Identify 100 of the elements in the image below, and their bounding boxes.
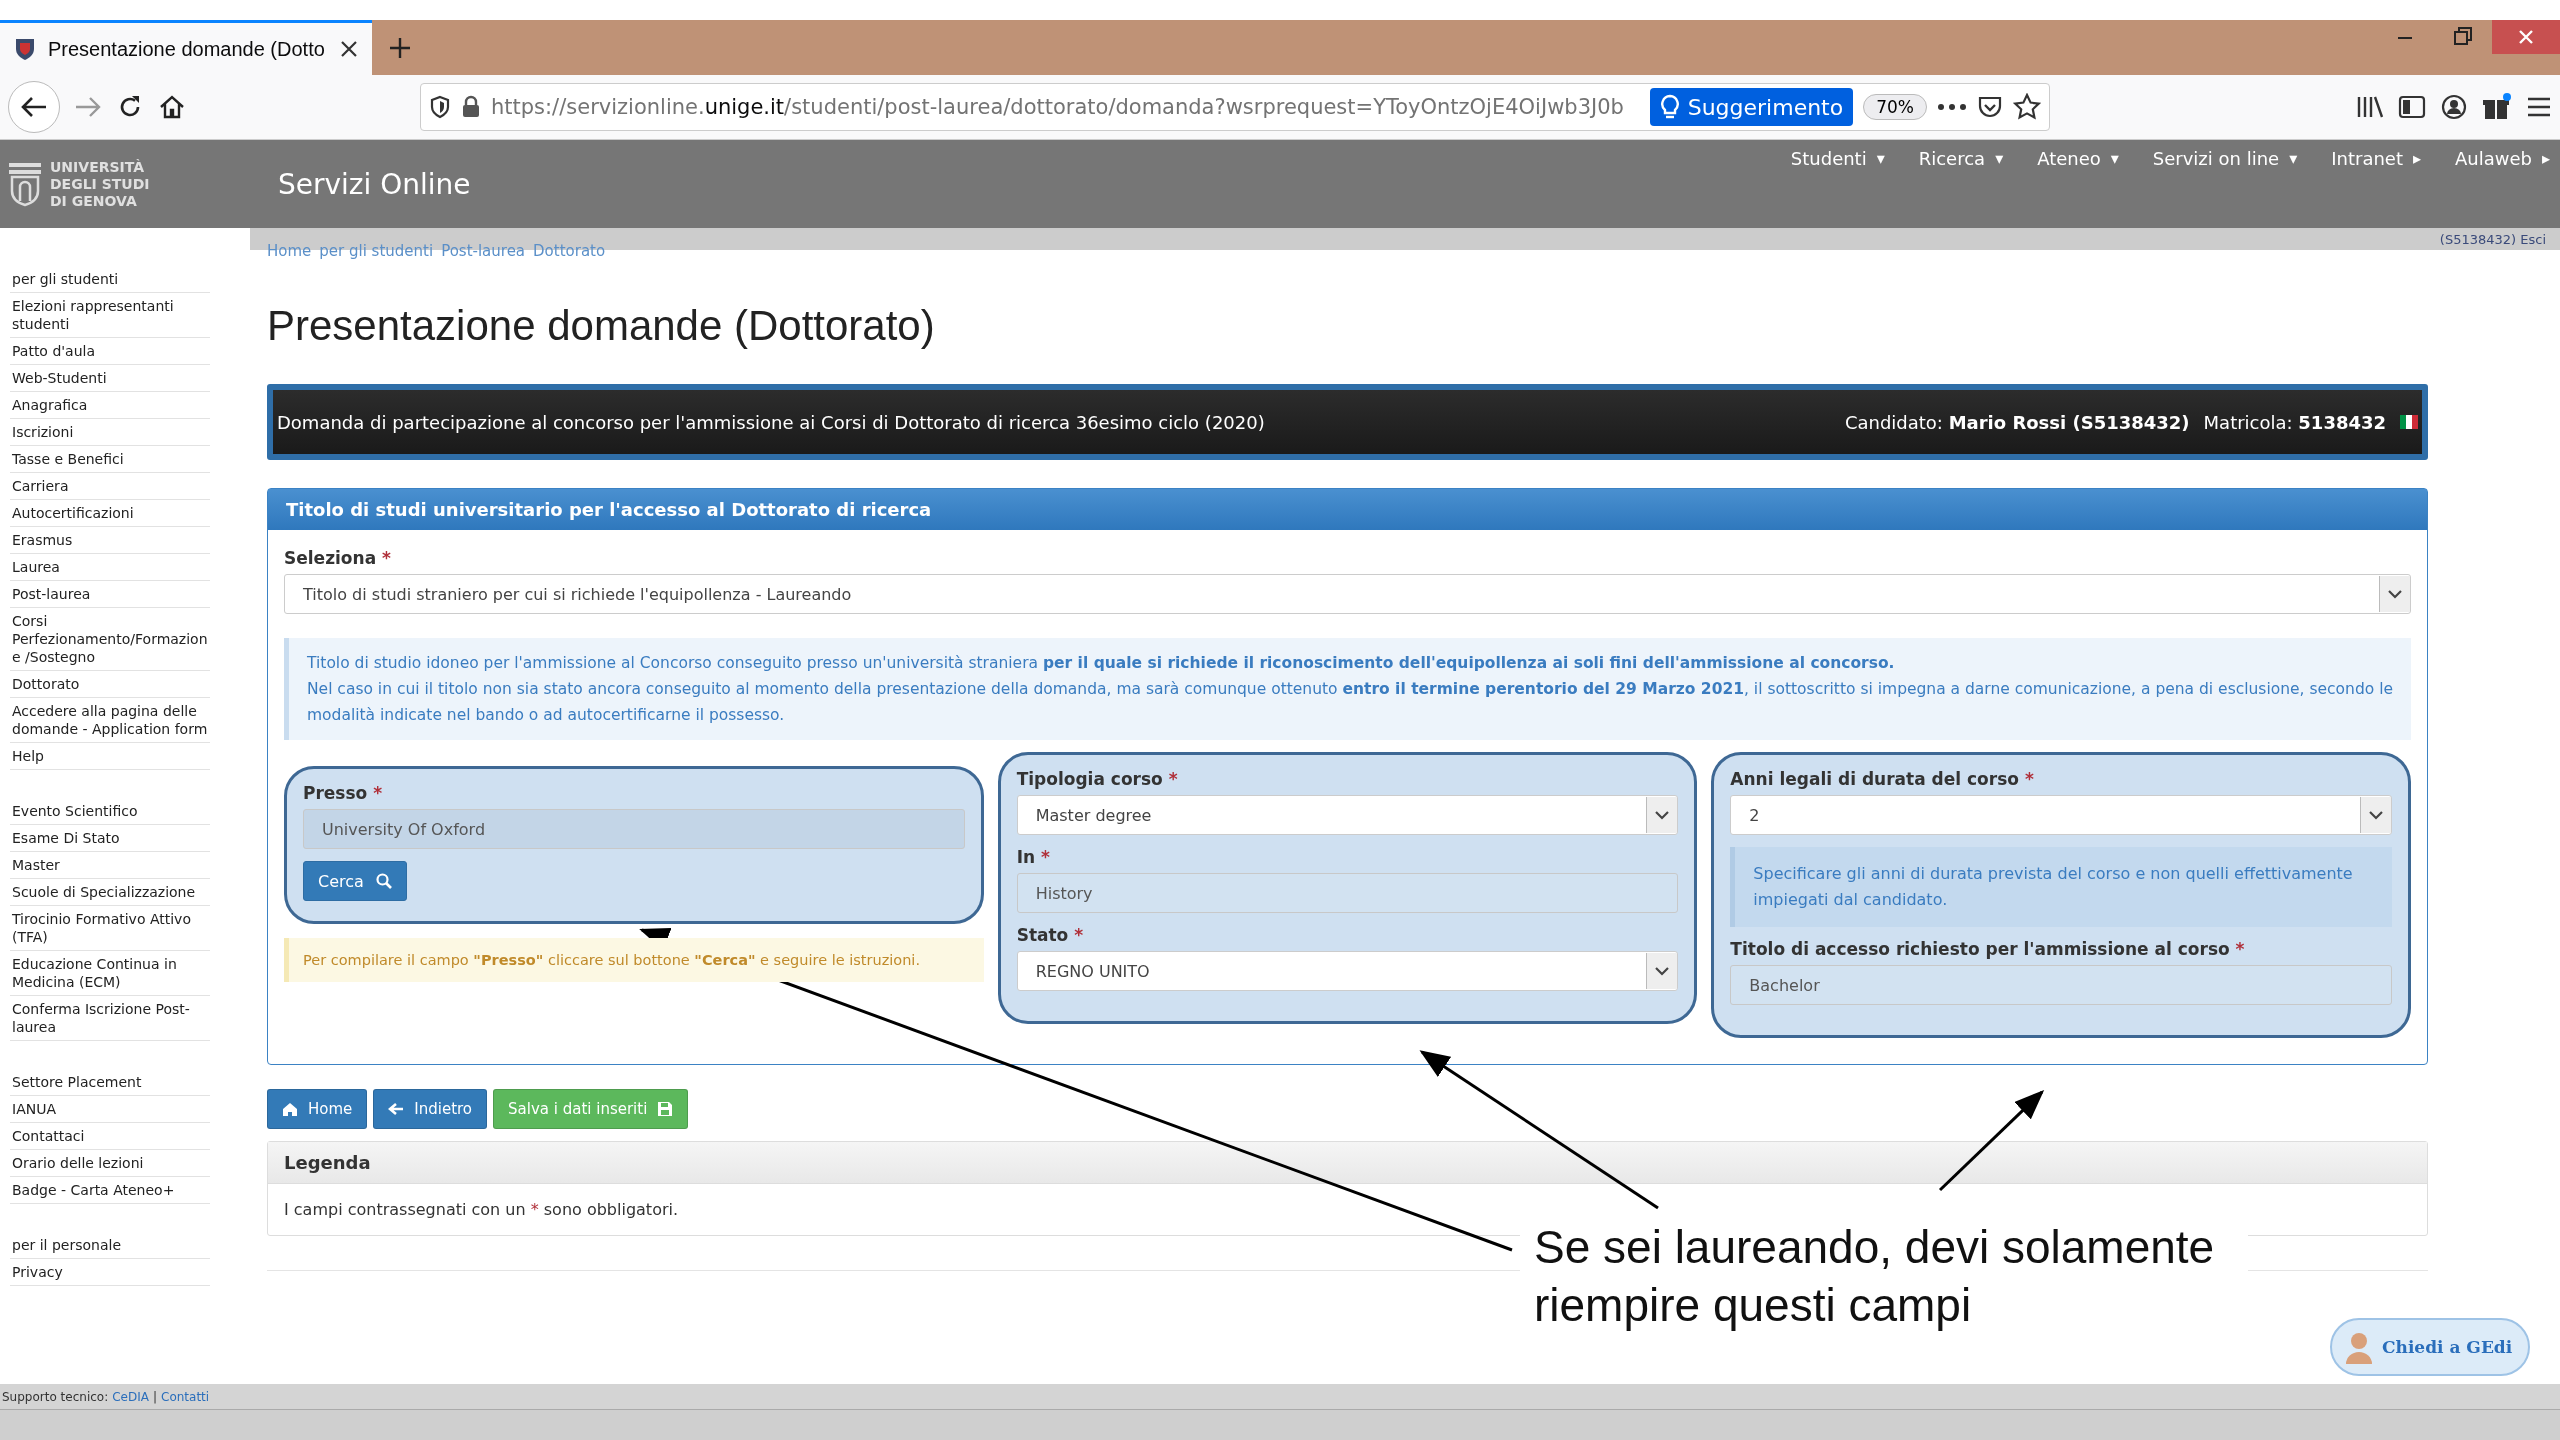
close-icon[interactable] [340, 40, 358, 58]
footer-label: Supporto tecnico: [2, 1389, 109, 1404]
sidebar-link[interactable]: Educazione Continua in Medicina (ECM) [10, 951, 210, 996]
info-message: Titolo di studio idoneo per l'ammissione al Concorso conseguito presso un'università straniera per il quale si richiede il riconoscimento dell'equipollenza ai soli fini dell'ammissione al concorso. Nel caso in cui il titolo non sia stato ancora conseguito al momento della presentazione della domanda, ma sarà comunque ottenuto entro il termine perentorio del 29 Marzo 2021, il sottoscritto si impegna a darne comunicazione, a pena di esclusione, secondo le modalità indicate nel bando o ad autocertificarne il possesso. [284, 638, 2411, 740]
nav-menu-item[interactable]: Ateneo ▾ [2037, 148, 2119, 169]
zoom-level[interactable]: 70% [1863, 94, 1927, 120]
search-icon [375, 873, 392, 889]
sidebar-link[interactable]: Settore Placement [10, 1069, 210, 1096]
site-title: Servizi Online [277, 167, 471, 201]
text-field[interactable]: Bachelor [1730, 965, 2392, 1005]
field-label: Stato * [1016, 925, 1085, 945]
sidebar-link[interactable]: Erasmus [10, 527, 210, 554]
dropdown[interactable]: REGNO UNITO [1016, 951, 1679, 991]
sidebar-link[interactable]: Patto d'aula [10, 338, 210, 365]
legend-text: I campi contrassegnati con un * sono obbligatori. [283, 1199, 680, 1221]
sidebar-link[interactable]: Badge - Carta Ateneo+ [10, 1177, 210, 1204]
panel-title: Titolo di studi universitario per l'accesso al Dottorato di ricerca [268, 489, 2427, 530]
nav-menu-item[interactable]: Servizi on line ▾ [2152, 148, 2298, 169]
sidebar-link[interactable]: Master [10, 852, 210, 879]
forward-arrow-icon[interactable] [74, 95, 102, 119]
dropdown[interactable]: Titolo di studi straniero per cui si richiede l'equipollenza - Laureando [284, 574, 2411, 614]
nav-menu-item[interactable]: Studenti ▾ [1790, 148, 1885, 169]
sidebar-link[interactable]: Autocertificazioni [10, 500, 210, 527]
back-arrow-icon [20, 95, 48, 119]
restore-icon[interactable] [2452, 26, 2474, 48]
pocket-icon[interactable] [1977, 95, 2003, 119]
university-logo-text: UNIVERSITÀ DEGLI STUDI DI GENOVA [50, 158, 150, 210]
sidebar-link[interactable]: Corsi Perfezionamento/Formazione /Sostegno [10, 608, 210, 671]
library-icon[interactable] [2356, 94, 2384, 120]
help-note: Specificare gli anni di durata prevista del corso e non quelli effettivamente impiegati dal candidato. [1730, 847, 2392, 927]
sidebar-link[interactable]: Help [10, 743, 210, 770]
more-icon[interactable] [1937, 102, 1967, 112]
back-button[interactable]: Indietro [373, 1089, 488, 1129]
text-field[interactable]: History [1016, 873, 1679, 913]
lock-icon [461, 95, 481, 119]
search-button[interactable]: Cerca [303, 861, 407, 901]
sidebar-link[interactable]: Laurea [10, 554, 210, 581]
sidebar-link[interactable]: per il personale [10, 1232, 210, 1259]
star-icon[interactable] [2013, 93, 2041, 121]
sidebar-link[interactable]: Iscrizioni [10, 419, 210, 446]
suggestion-button[interactable]: Suggerimento [1649, 88, 1854, 126]
plus-icon[interactable] [388, 35, 412, 60]
home-button[interactable]: Home [267, 1089, 368, 1129]
sidebar-link[interactable]: Post-laurea [10, 581, 210, 608]
sidebar-link[interactable]: Esame Di Stato [10, 825, 210, 852]
field-label: In * [1016, 847, 1051, 867]
nav-menu-item[interactable]: Ricerca ▾ [1918, 148, 2004, 169]
sidebar-link[interactable]: Tasse e Benefici [10, 446, 210, 473]
footer-link[interactable]: Contatti [161, 1389, 210, 1404]
chevron-down-icon [1655, 810, 1670, 820]
field-label: Seleziona * [284, 548, 392, 568]
sidebar-link[interactable]: per gli studenti [10, 266, 210, 293]
matricola-info: Matricola: 5138432 [2203, 411, 2386, 433]
sidebar-link[interactable]: Evento Scientifico [10, 798, 210, 825]
chat-button[interactable]: Chiedi a GEdi [2330, 1318, 2531, 1376]
nav-menu-item[interactable]: Aulaweb ▸ [2455, 148, 2550, 169]
browser-tab[interactable]: Presentazione domande (Dotto [0, 20, 372, 75]
shield-icon [429, 95, 451, 119]
banner-title: Domanda di partecipazione al concorso per l'ammissione ai Corsi di Dottorato di ricerca 36esimo ciclo (2020) [277, 411, 1266, 433]
sidebar-link[interactable]: Accedere alla pagina delle domande - Application form [10, 698, 210, 743]
avatar-icon [2344, 1330, 2374, 1364]
sidebar-link[interactable]: Elezioni rappresentanti studenti [10, 293, 210, 338]
dropdown[interactable]: Master degree [1016, 795, 1679, 835]
account-icon[interactable] [2440, 93, 2468, 121]
sidebar-link[interactable]: Dottorato [10, 671, 210, 698]
logout-link[interactable]: (S5138432) Esci [2439, 231, 2546, 247]
field-label: Tipologia corso * [1016, 769, 1179, 789]
menu-icon[interactable] [2526, 96, 2552, 118]
sidebar-link[interactable]: Contattaci [10, 1123, 210, 1150]
lightbulb-icon [1659, 94, 1680, 120]
italian-flag-icon [2400, 415, 2418, 429]
footer-link[interactable]: CeDIA [112, 1389, 149, 1404]
sidebar-link[interactable]: Privacy [10, 1259, 210, 1286]
arrow-left-icon [388, 1101, 405, 1117]
legend-title: Legenda [268, 1142, 2427, 1184]
field-label: Titolo di accesso richiesto per l'ammissione al corso * [1730, 939, 2246, 959]
gift-icon[interactable] [2482, 92, 2512, 122]
sidebar-icon[interactable] [2398, 94, 2426, 120]
back-button[interactable] [8, 81, 60, 133]
sidebar-link[interactable]: Orario delle lezioni [10, 1150, 210, 1177]
sidebar-link[interactable]: IANUA [10, 1096, 210, 1123]
chevron-down-icon [2388, 589, 2402, 599]
footer-separator: | [152, 1389, 157, 1404]
sidebar-link[interactable]: Carriera [10, 473, 210, 500]
home-icon [282, 1101, 298, 1117]
sidebar-link[interactable]: Tirocinio Formativo Attivo (TFA) [10, 906, 210, 951]
sidebar-link[interactable]: Scuole di Specializzazione [10, 879, 210, 906]
dropdown[interactable]: 2 [1730, 795, 2392, 835]
chevron-down-icon [1655, 966, 1670, 976]
address-bar[interactable]: https://servizionline.unige.it/studenti/post-laurea/dottorato/domanda?wsrprequest=YToyOntzOjE4OiJwb3J0b Suggerimento 70% [420, 83, 2050, 131]
candidate-info: Candidato: Mario Rossi (S5138432) [1844, 411, 2190, 433]
home-icon[interactable] [158, 93, 186, 121]
page-title: Presentazione domande (Dottorato) [267, 302, 936, 350]
warning-message: Per compilare il campo "Presso" cliccare sul bottone "Cerca" e seguire le istruzioni. [284, 938, 984, 982]
sidebar-link[interactable]: Anagrafica [10, 392, 210, 419]
sidebar-link[interactable]: Web-Studenti [10, 365, 210, 392]
sidebar-link[interactable]: Conferma Iscrizione Post-laurea [10, 996, 210, 1041]
nav-menu-item[interactable]: Intranet ▸ [2331, 148, 2421, 169]
field-label: Anni legali di durata del corso * [1730, 769, 2035, 789]
university-seal-icon [8, 161, 42, 207]
